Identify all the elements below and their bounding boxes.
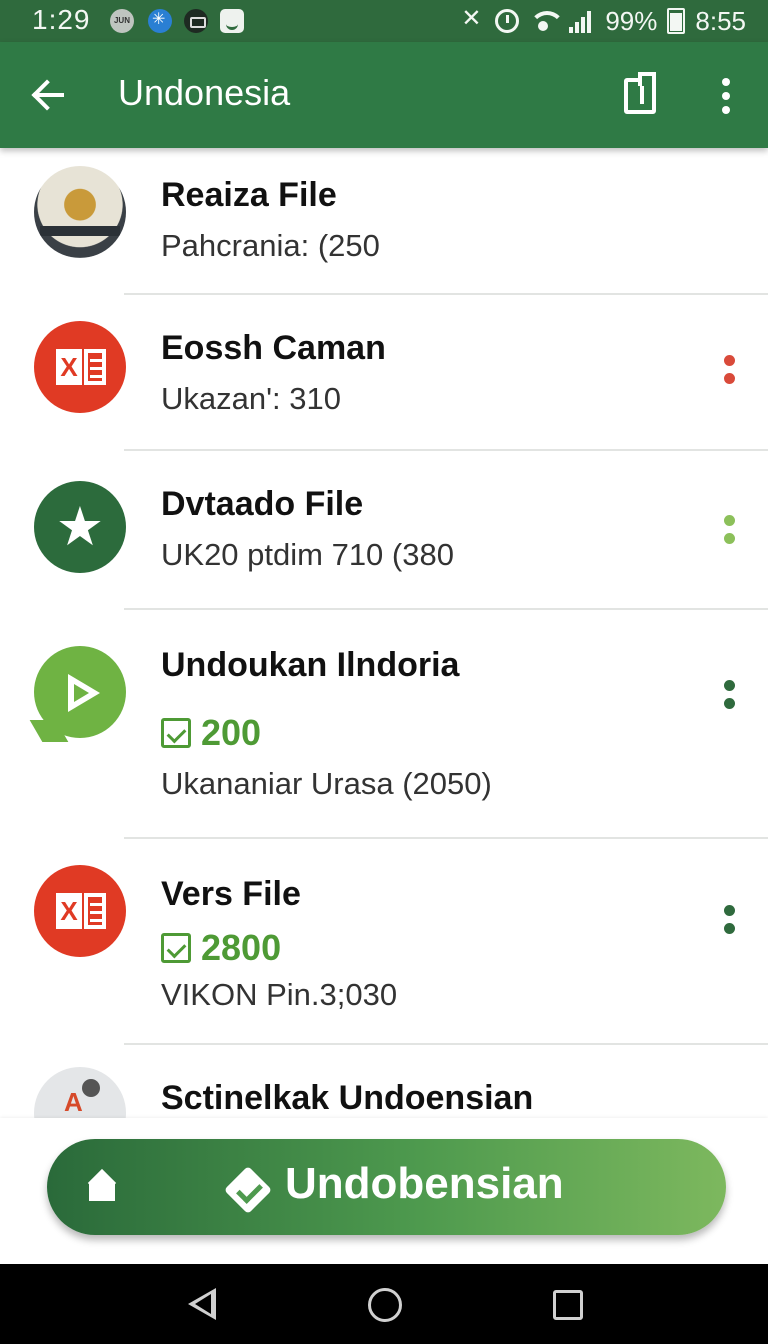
mute-icon bbox=[459, 4, 485, 34]
signal-icon bbox=[569, 9, 595, 33]
item-menu-icon[interactable] bbox=[718, 355, 742, 391]
generic-app-icon bbox=[34, 1067, 126, 1118]
page-title: Undonesia bbox=[118, 72, 291, 113]
check-box-icon bbox=[161, 933, 191, 963]
back-arrow-icon[interactable] bbox=[22, 68, 76, 122]
item-menu-icon[interactable] bbox=[718, 680, 742, 716]
item-title: Dvtaado File bbox=[161, 485, 364, 523]
notification-icon-1: JUN bbox=[110, 9, 134, 33]
item-subtitle: Ukananiar Urasa (2050) bbox=[161, 766, 492, 801]
item-menu-icon[interactable] bbox=[718, 515, 742, 551]
app-logo-icon bbox=[229, 1167, 269, 1209]
star-icon bbox=[34, 481, 126, 573]
app-bar: Undonesia bbox=[0, 42, 768, 148]
list-item[interactable]: Sctinelkak Undoensian bbox=[0, 1045, 768, 1118]
notification-icon-2 bbox=[148, 9, 172, 33]
primary-action-button[interactable]: Undobensian bbox=[47, 1139, 726, 1235]
list-item[interactable]: X Eossh Caman Ukazan': 310 bbox=[0, 295, 768, 450]
nav-back-icon[interactable] bbox=[180, 1284, 224, 1324]
list-item[interactable]: Dvtaado File UK20 ptdim 710 (380 bbox=[0, 451, 768, 609]
battery-icon bbox=[667, 8, 686, 34]
emblem-avatar bbox=[34, 166, 126, 258]
item-title: Undoukan Ilndoria bbox=[161, 646, 460, 684]
list-item[interactable]: X Vers File 2800 VIKON Pin.3;030 bbox=[0, 839, 768, 1044]
item-count: 2800 bbox=[161, 927, 281, 969]
more-options-icon[interactable] bbox=[710, 70, 742, 122]
status-time-right: 8:55 bbox=[695, 5, 746, 36]
item-subtitle: Pahcrania: (250 bbox=[161, 228, 380, 263]
alarm-icon bbox=[495, 9, 520, 33]
notification-icon-4 bbox=[220, 9, 244, 33]
list-item[interactable]: Reaiza File Pahcrania: (250 bbox=[0, 148, 768, 296]
bottom-bar: Undobensian bbox=[0, 1118, 768, 1264]
file-list: Reaiza File Pahcrania: (250 X Eossh Cama… bbox=[0, 148, 768, 1118]
item-title: Reaiza File bbox=[161, 176, 337, 214]
play-bubble-icon bbox=[34, 646, 126, 738]
notification-icon-3 bbox=[184, 9, 208, 33]
item-count-value: 200 bbox=[201, 712, 262, 753]
list-item[interactable]: Undoukan Ilndoria 200 Ukananiar Urasa (2… bbox=[0, 610, 768, 838]
system-nav-bar bbox=[0, 1264, 768, 1344]
item-subtitle: UK20 ptdim 710 (380 bbox=[161, 537, 454, 572]
nav-home-icon[interactable] bbox=[368, 1288, 402, 1322]
status-right-group: 99% 8:55 bbox=[459, 4, 746, 38]
item-title: Sctinelkak Undoensian bbox=[161, 1079, 534, 1117]
check-box-icon bbox=[161, 718, 191, 748]
item-menu-icon[interactable] bbox=[718, 905, 742, 941]
item-subtitle: VIKON Pin.3;030 bbox=[161, 977, 398, 1012]
item-count-value: 2800 bbox=[201, 927, 282, 968]
primary-action-label: Undobensian bbox=[285, 1159, 564, 1208]
nav-recents-icon[interactable] bbox=[553, 1290, 583, 1320]
item-subtitle: Ukazan': 310 bbox=[161, 381, 341, 416]
status-bar: 1:29 JUN 99% 8:55 bbox=[0, 0, 768, 42]
item-title: Vers File bbox=[161, 875, 301, 913]
status-time-left: 1:29 bbox=[32, 4, 91, 35]
excel-icon: X bbox=[34, 865, 126, 957]
excel-icon: X bbox=[34, 321, 126, 413]
battery-percent: 99% bbox=[605, 5, 658, 36]
wifi-icon bbox=[529, 9, 566, 33]
item-title: Eossh Caman bbox=[161, 329, 386, 367]
item-count: 200 bbox=[161, 712, 261, 754]
clipboard-icon[interactable] bbox=[616, 72, 664, 120]
home-icon[interactable] bbox=[89, 1173, 115, 1201]
